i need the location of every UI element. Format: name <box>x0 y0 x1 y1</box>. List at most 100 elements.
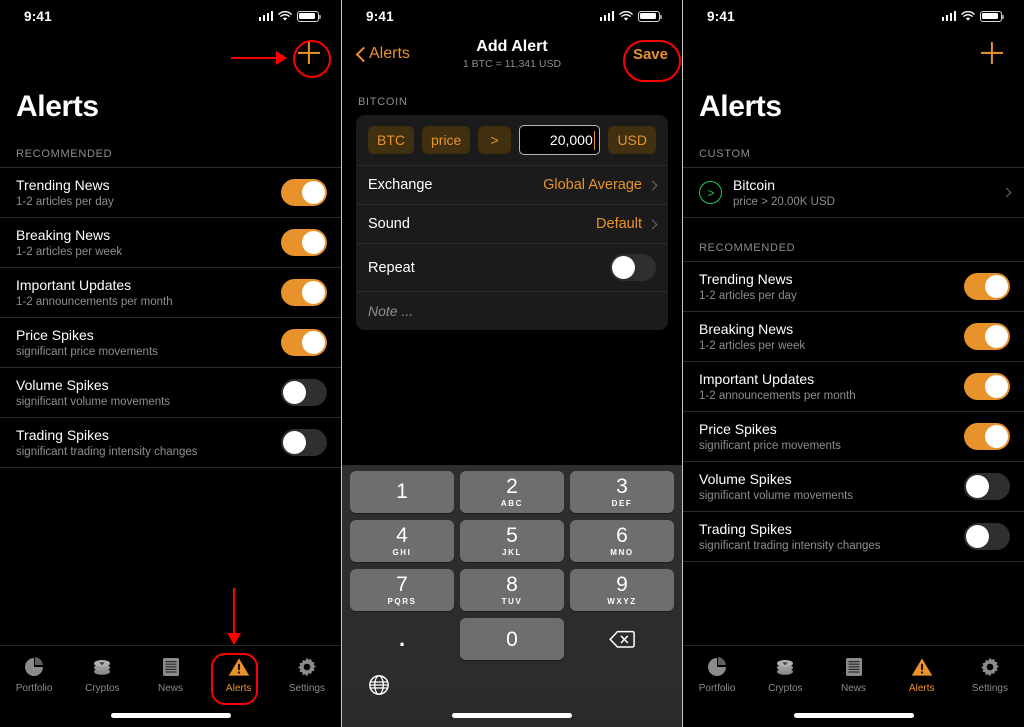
tab-label: Settings <box>288 682 325 694</box>
row-title: Important Updates <box>16 277 132 293</box>
key-digit: 9 <box>616 573 628 596</box>
key-0[interactable]: 0 <box>460 618 564 660</box>
tab-alerts[interactable]: Alerts <box>205 655 273 694</box>
tab-cryptos[interactable]: Cryptos <box>751 655 819 694</box>
add-alert-button[interactable] <box>295 39 323 67</box>
backspace-icon <box>609 630 635 648</box>
currency-pill[interactable]: USD <box>608 126 656 154</box>
tab-settings[interactable]: Settings <box>273 655 341 694</box>
key-decimal-point[interactable]: . <box>350 618 454 660</box>
tab-label: News <box>841 682 867 694</box>
asset-pill[interactable]: BTC <box>368 126 414 154</box>
battery-icon <box>297 10 321 22</box>
key-4[interactable]: 4 GHI <box>350 520 454 562</box>
wifi-icon <box>619 10 633 22</box>
list-item[interactable]: Price Spikes significant price movements <box>0 318 341 368</box>
toggle-breaking-news[interactable] <box>281 229 327 256</box>
key-digit: 1 <box>396 479 408 503</box>
tab-label: Cryptos <box>85 682 120 694</box>
back-button[interactable]: Alerts <box>356 45 410 63</box>
row-label: Repeat <box>368 259 415 276</box>
tab-portfolio[interactable]: Portfolio <box>683 655 751 694</box>
exchange-row[interactable]: Exchange Global Average <box>356 165 668 204</box>
tab-news[interactable]: News <box>136 655 204 694</box>
metric-pill[interactable]: price <box>422 126 471 154</box>
globe-key[interactable] <box>368 674 390 696</box>
repeat-row[interactable]: Repeat <box>356 243 668 291</box>
toggle-trending-news[interactable] <box>964 273 1010 300</box>
list-item[interactable]: Breaking News 1-2 articles per week <box>683 312 1024 362</box>
key-9[interactable]: 9 WXYZ <box>570 569 674 611</box>
list-item[interactable]: Trending News 1-2 articles per day <box>0 168 341 218</box>
backspace-key[interactable] <box>570 618 674 660</box>
key-6[interactable]: 6 MNO <box>570 520 674 562</box>
tab-alerts[interactable]: Alerts <box>888 655 956 694</box>
back-label: Alerts <box>369 45 410 62</box>
toggle-repeat[interactable] <box>610 254 656 281</box>
nav-bar <box>0 32 341 74</box>
tab-portfolio[interactable]: Portfolio <box>0 655 68 694</box>
toggle-important-updates[interactable] <box>281 279 327 306</box>
pie-chart-icon <box>706 655 728 679</box>
tab-cryptos[interactable]: Cryptos <box>68 655 136 694</box>
home-indicator <box>110 713 231 718</box>
row-title: Breaking News <box>699 321 794 337</box>
toggle-breaking-news[interactable] <box>964 323 1010 350</box>
toggle-volume-spikes[interactable] <box>281 379 327 406</box>
toggle-important-updates[interactable] <box>964 373 1010 400</box>
list-item[interactable]: Trading Spikes significant trading inten… <box>683 512 1024 562</box>
toggle-price-spikes[interactable] <box>964 423 1010 450</box>
list-item[interactable]: Trading Spikes significant trading inten… <box>0 418 341 468</box>
tab-news[interactable]: News <box>819 655 887 694</box>
key-7[interactable]: 7 PQRS <box>350 569 454 611</box>
tab-label: Alerts <box>225 682 252 694</box>
toggle-trending-news[interactable] <box>281 179 327 206</box>
key-letters: GHI <box>392 548 412 557</box>
status-bar: 9:41 <box>0 0 341 32</box>
list-item[interactable]: Important Updates 1-2 announcements per … <box>0 268 341 318</box>
note-input[interactable]: Note ... <box>368 303 413 319</box>
tab-bar: Portfolio Cryptos News Alerts Settings <box>0 645 341 727</box>
key-8[interactable]: 8 TUV <box>460 569 564 611</box>
key-letters: DEF <box>611 499 633 508</box>
gear-icon <box>296 655 318 679</box>
save-button[interactable]: Save <box>633 46 668 63</box>
key-3[interactable]: 3 DEF <box>570 471 674 513</box>
note-row[interactable]: Note ... <box>356 291 668 330</box>
toggle-trading-spikes[interactable] <box>281 429 327 456</box>
operator-pill[interactable]: > <box>478 126 511 154</box>
list-item[interactable]: Important Updates 1-2 announcements per … <box>683 362 1024 412</box>
toggle-price-spikes[interactable] <box>281 329 327 356</box>
home-indicator <box>793 713 914 718</box>
row-title: Breaking News <box>16 227 111 243</box>
list-item[interactable]: Volume Spikes significant volume movemen… <box>683 462 1024 512</box>
key-2[interactable]: 2 ABC <box>460 471 564 513</box>
key-digit: 3 <box>616 475 628 498</box>
amount-input[interactable]: 20,000 <box>518 125 601 155</box>
battery-icon <box>638 10 662 22</box>
custom-alert-item[interactable]: > Bitcoin price > 20.00K USD <box>683 167 1024 218</box>
sound-row[interactable]: Sound Default <box>356 204 668 243</box>
document-icon <box>161 655 181 679</box>
list-item[interactable]: Price Spikes significant price movements <box>683 412 1024 462</box>
toggle-volume-spikes[interactable] <box>964 473 1010 500</box>
row-title: Trading Spikes <box>699 521 792 537</box>
nav-bar: Alerts Add Alert 1 BTC = 11,341 USD Save <box>342 32 682 76</box>
key-5[interactable]: 5 JKL <box>460 520 564 562</box>
row-subtitle: significant price movements <box>16 346 158 358</box>
key-digit: 7 <box>396 573 408 596</box>
add-alert-button[interactable] <box>978 39 1006 67</box>
key-1[interactable]: 1 <box>350 471 454 513</box>
row-title: Bitcoin <box>733 177 776 193</box>
status-bar: 9:41 <box>342 0 682 32</box>
row-subtitle: 1-2 announcements per month <box>699 390 856 402</box>
toggle-trading-spikes[interactable] <box>964 523 1010 550</box>
list-item[interactable]: Volume Spikes significant volume movemen… <box>0 368 341 418</box>
list-item[interactable]: Trending News 1-2 articles per day <box>683 262 1024 312</box>
nav-bar <box>683 32 1024 74</box>
list-item[interactable]: Breaking News 1-2 articles per week <box>0 218 341 268</box>
chevron-right-icon <box>647 219 658 229</box>
tab-settings[interactable]: Settings <box>956 655 1024 694</box>
status-time: 9:41 <box>707 8 735 24</box>
panel-alerts-with-custom: 9:41 Alerts CUSTOM > Bitcoin price > 20.… <box>682 0 1024 727</box>
